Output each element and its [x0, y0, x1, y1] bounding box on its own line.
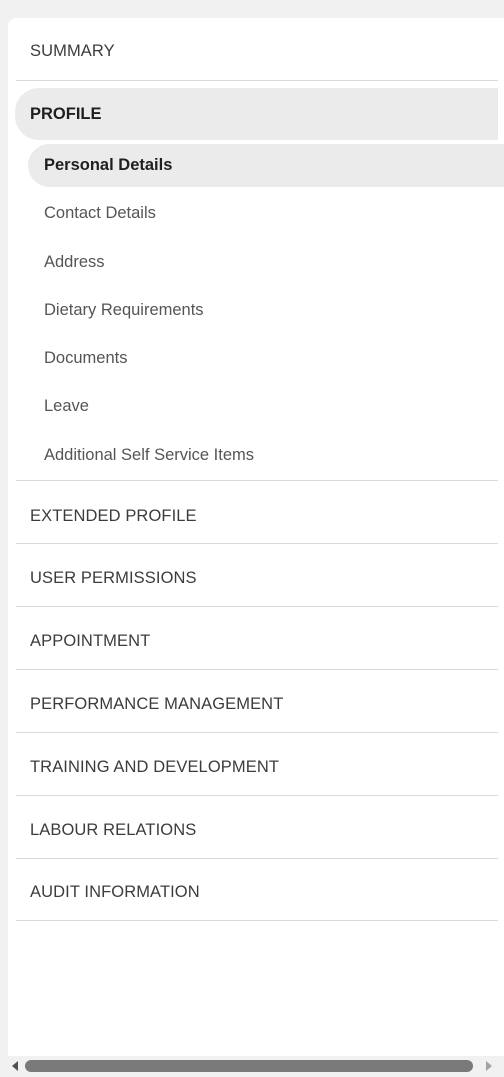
nav-summary[interactable]: SUMMARY	[16, 42, 504, 64]
arrow-left-icon[interactable]	[12, 1061, 18, 1071]
nav-summary-label: SUMMARY	[30, 42, 115, 60]
nav-performance-management[interactable]: PERFORMANCE MANAGEMENT	[16, 695, 504, 717]
sub-item-leave[interactable]: Leave	[44, 397, 89, 416]
sub-item-contact-details[interactable]: Contact Details	[44, 204, 156, 223]
divider	[16, 669, 498, 670]
sub-item-personal-details-label: Personal Details	[44, 156, 173, 174]
nav-labour-relations-label: LABOUR RELATIONS	[30, 821, 197, 839]
arrow-right-icon[interactable]	[486, 1061, 492, 1071]
divider	[16, 920, 498, 921]
nav-user-permissions[interactable]: USER PERMISSIONS	[16, 569, 504, 591]
divider	[16, 795, 498, 796]
nav-training-and-development[interactable]: TRAINING AND DEVELOPMENT	[16, 758, 504, 780]
sub-item-additional-self-service-items[interactable]: Additional Self Service Items	[44, 446, 254, 465]
sub-item-documents[interactable]: Documents	[44, 349, 127, 368]
horizontal-scrollbar[interactable]	[8, 1056, 504, 1077]
divider	[16, 480, 498, 481]
nav-extended-profile-label: EXTENDED PROFILE	[30, 507, 197, 525]
nav-training-and-development-label: TRAINING AND DEVELOPMENT	[30, 758, 280, 776]
divider	[16, 858, 498, 859]
nav-audit-information-label: AUDIT INFORMATION	[30, 883, 200, 901]
sub-item-dietary-requirements[interactable]: Dietary Requirements	[44, 301, 204, 320]
nav-labour-relations[interactable]: LABOUR RELATIONS	[16, 821, 504, 843]
divider	[16, 80, 498, 81]
nav-appointment-label: APPOINTMENT	[30, 632, 151, 650]
divider	[16, 543, 498, 544]
nav-audit-information[interactable]: AUDIT INFORMATION	[16, 883, 504, 905]
scrollbar-thumb[interactable]	[25, 1060, 473, 1072]
nav-performance-management-label: PERFORMANCE MANAGEMENT	[30, 695, 284, 713]
divider	[16, 732, 498, 733]
navigation-panel: SUMMARY PROFILE Personal Details Contact…	[8, 18, 504, 1077]
nav-user-permissions-label: USER PERMISSIONS	[30, 569, 197, 587]
nav-appointment[interactable]: APPOINTMENT	[16, 632, 504, 654]
sub-item-address[interactable]: Address	[44, 253, 105, 272]
divider	[16, 606, 498, 607]
nav-profile-label: PROFILE	[30, 105, 102, 123]
nav-extended-profile[interactable]: EXTENDED PROFILE	[16, 507, 504, 529]
